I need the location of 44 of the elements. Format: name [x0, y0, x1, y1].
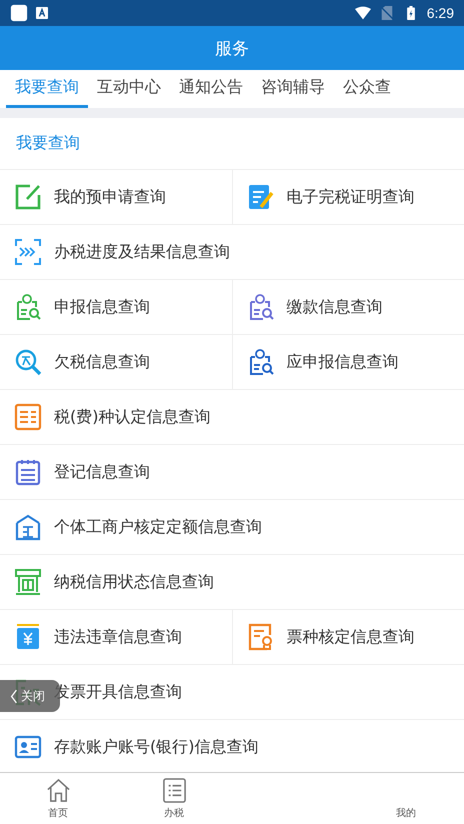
list-icon [14, 458, 42, 486]
close-toast[interactable]: 关闭 [0, 680, 60, 712]
query-item[interactable]: 存款账户账号(银行)信息查询 [0, 720, 464, 772]
query-item[interactable]: 个体工商户核定定额信息查询 [0, 500, 464, 554]
edit-icon [14, 183, 42, 211]
nav-item[interactable]: 首页 [0, 773, 116, 824]
section-title: 我要查询 [0, 118, 464, 170]
dollar-list-icon [14, 403, 42, 431]
chevron-left-icon [10, 688, 18, 704]
wifi-icon [354, 6, 371, 20]
query-item[interactable]: 票种核定信息查询 [232, 610, 464, 664]
page-title: 服务 [215, 38, 249, 60]
tab[interactable]: 公众查 [334, 70, 400, 108]
yen-icon [14, 623, 42, 651]
tab[interactable]: 通知公告 [170, 70, 252, 108]
query-item[interactable]: 应申报信息查询 [232, 335, 464, 389]
notepad-pencil-icon [246, 183, 274, 211]
no-sim-icon [378, 6, 395, 20]
query-item[interactable]: 申报信息查询 [0, 280, 232, 334]
list-icon [162, 778, 186, 802]
query-item[interactable]: 我的预申请查询 [0, 170, 232, 224]
status-time: 6:29 [426, 5, 454, 21]
query-item[interactable]: 纳税信用状态信息查询 [0, 555, 464, 609]
app-notification-icon [36, 7, 48, 19]
house-icon [14, 513, 42, 541]
home-icon [46, 778, 70, 802]
scan-arrows-icon [14, 238, 42, 266]
query-item[interactable]: 税(费)种认定信息查询 [0, 390, 464, 444]
query-item[interactable]: 办税进度及结果信息查询 [0, 225, 464, 279]
query-item[interactable]: 电子完税证明查询 [232, 170, 464, 224]
magnifier-icon [14, 348, 42, 376]
tab[interactable]: 咨询辅导 [252, 70, 334, 108]
query-item[interactable]: 违法违章信息查询 [0, 610, 232, 664]
certificate-icon [246, 623, 274, 651]
nav-item[interactable]: 我的 [348, 773, 464, 824]
id-card-icon [14, 733, 42, 761]
notification-icon [10, 4, 28, 22]
clipboard-search-icon [14, 293, 42, 321]
query-item[interactable]: 欠税信息查询 [0, 335, 232, 389]
query-item[interactable]: 登记信息查询 [0, 445, 464, 499]
nav-item[interactable]: 办税 [116, 773, 232, 824]
building-icon [14, 568, 42, 596]
query-item[interactable]: 缴款信息查询 [232, 280, 464, 334]
tab[interactable]: 互动中心 [88, 70, 170, 108]
